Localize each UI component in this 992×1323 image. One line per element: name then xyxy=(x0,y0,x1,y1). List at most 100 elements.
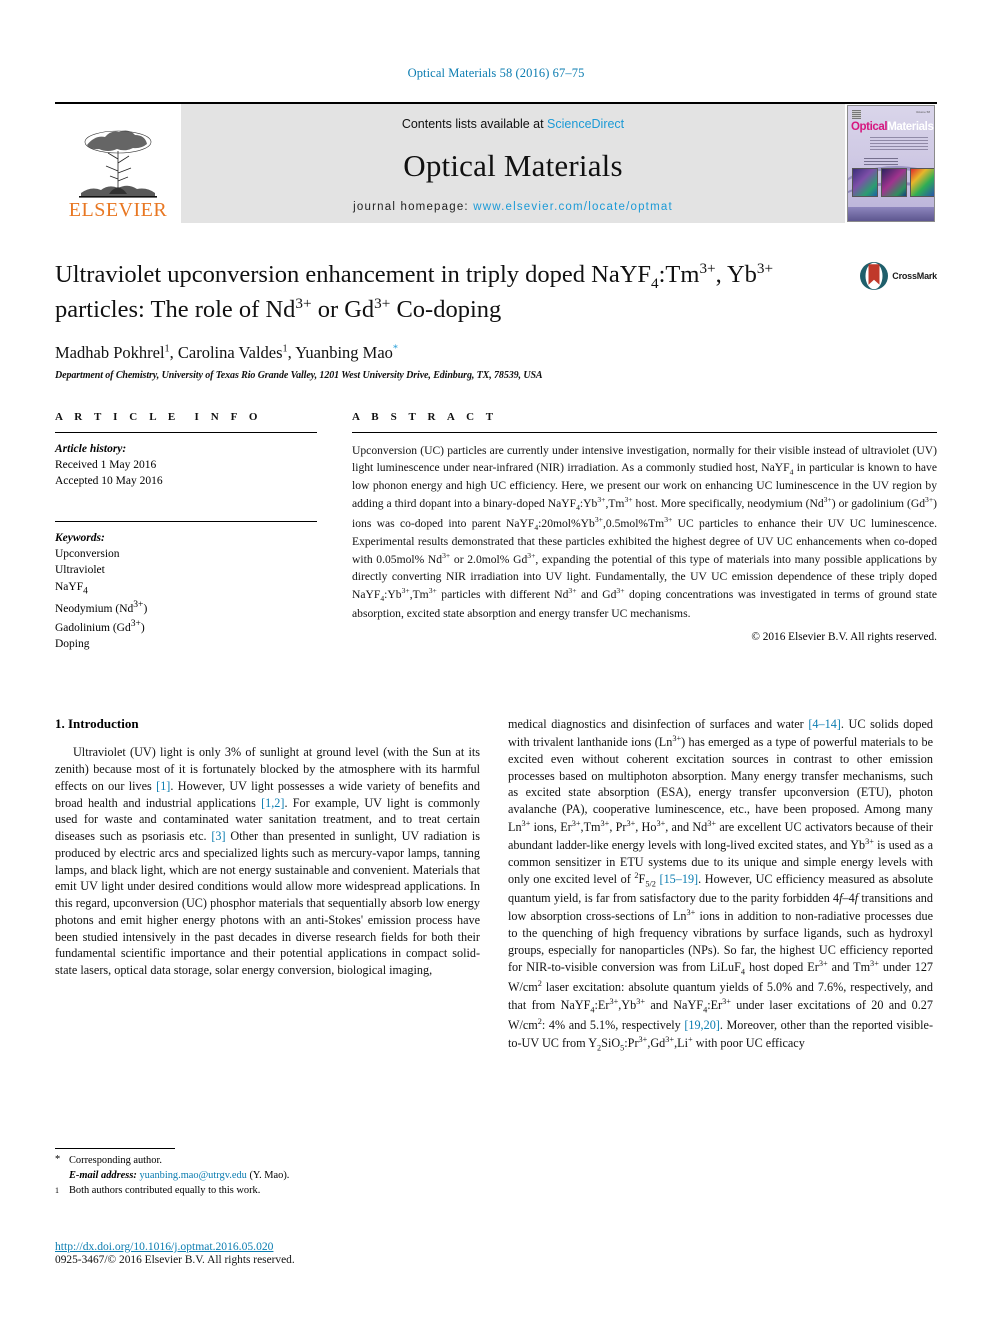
article-history: Article history: Received 1 May 2016 Acc… xyxy=(55,433,317,490)
keywords-list: Keywords: Upconversion Ultraviolet NaYF4… xyxy=(55,522,317,653)
citation-15-19[interactable]: [15–19] xyxy=(660,872,699,886)
keyword-item: Doping xyxy=(55,637,90,650)
running-head: Optical Materials 58 (2016) 67–75 xyxy=(407,66,585,80)
footnote-equal-text: Both authors contributed equally to this… xyxy=(69,1184,261,1196)
footer-block: http://dx.doi.org/10.1016/j.optmat.2016.… xyxy=(55,1240,485,1266)
cover-subtitle-lines xyxy=(870,137,928,150)
cover-panel-1 xyxy=(852,168,878,197)
article-info-heading: A R T I C L E I N F O xyxy=(55,410,263,423)
abstract-heading: A B S T R A C T xyxy=(352,410,498,423)
elsevier-logo: ELSEVIER xyxy=(55,104,181,223)
section-title-text: Introduction xyxy=(68,716,139,732)
footnote-email-label: E-mail address: xyxy=(69,1169,137,1181)
sciencedirect-link[interactable]: ScienceDirect xyxy=(547,117,624,131)
info-abstract-section: A R T I C L E I N F O Article history: R… xyxy=(55,411,937,653)
title-sup-4: 3+ xyxy=(374,294,391,312)
title-sup-2: 3+ xyxy=(756,260,774,277)
keyword-item: Upconversion xyxy=(55,548,120,561)
article-page: Optical Materials 58 (2016) 67–75 ELSEVI… xyxy=(0,0,992,1323)
journal-homepage-line: journal homepage: www.elsevier.com/locat… xyxy=(353,201,673,213)
author-1: Madhab Pokhrel1 xyxy=(55,342,170,362)
body-column-right: medical diagnostics and disinfection of … xyxy=(508,716,933,1053)
title-seg-6: or Gd xyxy=(311,295,375,323)
title-seg-4: Yb xyxy=(726,261,757,289)
citation-3[interactable]: [3] xyxy=(211,829,225,843)
crossmark-label: CrossMark xyxy=(892,271,937,281)
history-accepted: Accepted 10 May 2016 xyxy=(55,475,163,488)
body-columns: 1. Introduction Ultraviolet (UV) light i… xyxy=(55,716,937,1053)
footnote-email-link[interactable]: yuanbing.mao@utrgv.edu xyxy=(139,1170,246,1181)
footnote-rule xyxy=(55,1148,175,1149)
footnote-corresponding-text: Corresponding author. xyxy=(69,1155,162,1166)
article-info-column: A R T I C L E I N F O Article history: R… xyxy=(55,411,317,653)
cover-title: OpticalMaterials xyxy=(851,121,934,133)
journal-title: Optical Materials xyxy=(403,148,623,183)
citation-1-2[interactable]: [1,2] xyxy=(261,796,284,810)
keyword-item: Gadolinium (Gd3+) xyxy=(55,617,145,634)
title-block: Ultraviolet upconversion enhancement in … xyxy=(55,223,937,381)
title-sup-3: 3+ xyxy=(295,294,312,312)
history-received: Received 1 May 2016 xyxy=(55,459,157,472)
masthead-center: Contents lists available at ScienceDirec… xyxy=(181,104,845,223)
footnote-block: * Corresponding author. E-mail address: y… xyxy=(55,1148,480,1198)
title-seg-2: :Tm xyxy=(658,261,700,289)
author-2: Carolina Valdes1 xyxy=(177,342,288,362)
section-heading-introduction: 1. Introduction xyxy=(55,716,480,732)
author-3: Yuanbing Mao* xyxy=(295,342,399,362)
title-seg-3: , xyxy=(715,261,722,289)
elsevier-tree-icon xyxy=(79,130,157,198)
citation-4-14[interactable]: [4–14] xyxy=(808,717,841,731)
title-seg-7: Co-doping xyxy=(390,295,502,323)
title-seg-5: particles: The role of Nd xyxy=(55,295,296,323)
affiliation: Department of Chemistry, University of T… xyxy=(55,369,543,381)
author-sep-1: , xyxy=(169,342,178,362)
homepage-prefix: journal homepage: xyxy=(353,201,474,213)
cover-issue-note: Volume 58 xyxy=(915,110,930,114)
footnote-email: E-mail address: yuanbing.mao@utrgv.edu (… xyxy=(55,1169,480,1184)
intro-paragraph-right: medical diagnostics and disinfection of … xyxy=(508,717,934,1053)
issn-copyright-line: 0925-3467/© 2016 Elsevier B.V. All right… xyxy=(55,1254,295,1266)
keyword-sup: 3+ xyxy=(130,617,141,629)
keyword-sub: 4 xyxy=(83,585,88,597)
journal-homepage-link[interactable]: www.elsevier.com/locate/optmat xyxy=(473,201,673,213)
section-number: 1. xyxy=(55,716,65,732)
contents-available-line: Contents lists available at ScienceDirec… xyxy=(402,117,624,131)
abstract-text: Upconversion (UC) particles are currentl… xyxy=(352,443,938,620)
cover-panel-2 xyxy=(881,168,907,197)
author-list: Madhab Pokhrel1, Carolina Valdes1, Yuanb… xyxy=(55,343,937,363)
journal-cover-thumbnail: Volume 58 OpticalMaterials xyxy=(845,104,937,223)
title-sub-1: 4 xyxy=(651,275,659,293)
cover-bottom-band xyxy=(848,207,934,221)
footnote-marker-star: * xyxy=(55,1154,61,1165)
cover-image: Volume 58 OpticalMaterials xyxy=(847,105,935,222)
cover-title-part1: Optical xyxy=(851,121,888,133)
contents-prefix: Contents lists available at xyxy=(401,117,548,131)
footnote-corresponding-author: * Corresponding author. xyxy=(55,1154,480,1169)
doi-link[interactable]: http://dx.doi.org/10.1016/j.optmat.2016.… xyxy=(55,1240,485,1253)
footnote-equal-contribution: 1 Both authors contributed equally to thi… xyxy=(55,1184,480,1199)
keyword-sup: 3+ xyxy=(133,598,144,610)
cover-image-panels xyxy=(852,168,934,197)
keywords-label: Keywords: xyxy=(55,531,105,544)
crossmark-badge[interactable]: CrossMark xyxy=(859,261,937,291)
footnote-marker-1: 1 xyxy=(55,1185,59,1195)
author-3-mark: * xyxy=(392,343,399,355)
cover-panel-3 xyxy=(910,168,934,197)
intro-paragraph-left: Ultraviolet (UV) light is only 3% of sun… xyxy=(55,745,480,978)
body-column-left: 1. Introduction Ultraviolet (UV) light i… xyxy=(55,716,480,1053)
keyword-item: Neodymium (Nd3+) xyxy=(55,598,148,615)
keyword-item: Ultraviolet xyxy=(55,564,105,577)
footnote-email-suffix: (Y. Mao). xyxy=(249,1169,290,1181)
title-sup-1: 3+ xyxy=(699,260,716,277)
citation-19-20[interactable]: [19,20] xyxy=(684,1018,720,1032)
journal-masthead: ELSEVIER Contents lists available at Sci… xyxy=(55,102,937,223)
keyword-item: NaYF4 xyxy=(55,580,88,597)
article-history-label: Article history: xyxy=(55,442,127,455)
page-title: Ultraviolet upconversion enhancement in … xyxy=(55,259,795,326)
abstract-copyright: © 2016 Elsevier B.V. All rights reserved… xyxy=(751,630,937,643)
elsevier-wordmark: ELSEVIER xyxy=(68,199,168,221)
citation-1[interactable]: [1] xyxy=(156,779,170,793)
cover-editor-lines xyxy=(864,158,898,165)
title-seg-1: Ultraviolet upconversion enhancement in … xyxy=(55,261,652,289)
crossmark-icon xyxy=(860,262,889,290)
